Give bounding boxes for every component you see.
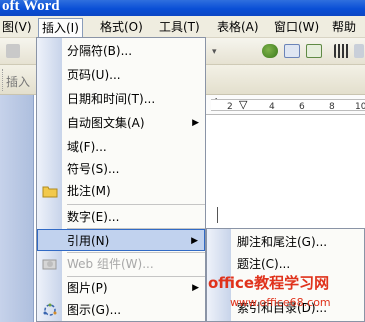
dropdown-arrow-icon[interactable]: ▾ [212, 47, 226, 61]
menu-tools[interactable]: 工具(T) [157, 19, 202, 36]
ruler-tick: 6 [299, 102, 305, 112]
toolbar-grip[interactable] [2, 69, 4, 91]
menu-item-symbol[interactable]: 符号(S)... [37, 158, 205, 180]
window-title: oft Word [2, 0, 60, 14]
insert-toolbar-label: 插入 [6, 75, 31, 89]
diagram-icon [43, 303, 57, 316]
ruler-tick: 4 [269, 102, 275, 112]
hyperlink-icon[interactable] [262, 44, 278, 58]
menu-item-reference[interactable]: 引用(N) ▶ [37, 229, 205, 251]
left-panel [0, 95, 34, 322]
menu-item-label: 图示(G)... [67, 303, 122, 317]
menu-item-label: 分隔符(B)... [67, 44, 133, 58]
title-bar: oft Word [0, 0, 365, 16]
menu-item-label: 数字(E)... [67, 210, 120, 224]
menu-item-label: 域(F)... [67, 140, 107, 154]
menu-help[interactable]: 帮助 [330, 19, 358, 36]
ruler-tick: 10 [355, 102, 365, 112]
folder-icon [42, 186, 58, 198]
watermark-url: www.office68.com [230, 296, 331, 309]
menu-bar: 图(V) 插入(I) 格式(O) 工具(T) 表格(A) 窗口(W) 帮助 [0, 16, 365, 39]
menu-view[interactable]: 图(V) [0, 19, 34, 36]
menu-item-label: 引用(N) [67, 234, 110, 248]
menu-item-label: 页码(U)... [67, 68, 121, 82]
menu-format[interactable]: 格式(O) [98, 19, 145, 36]
menu-item-picture[interactable]: 图片(P) ▶ [37, 277, 205, 299]
web-component-icon [42, 259, 57, 270]
tables-borders-icon[interactable] [284, 44, 300, 58]
ruler-tick: 2 [227, 102, 233, 112]
menu-item-label: 自动图文集(A) [67, 116, 145, 130]
menu-item-comment[interactable]: 批注(M) [37, 180, 205, 202]
menu-item-autotext[interactable]: 自动图文集(A) ▶ [37, 112, 205, 134]
menu-item-label: 图片(P) [67, 281, 108, 295]
menu-item-page-numbers[interactable]: 页码(U)... [37, 64, 205, 86]
menu-insert[interactable]: 插入(I) [38, 18, 83, 39]
horizontal-ruler[interactable]: ⌂ ▽ 2 4 6 8 10 [205, 95, 365, 115]
menu-item-web-component[interactable]: Web 组件(W)... [37, 253, 205, 275]
submenu-arrow-icon: ▶ [192, 118, 199, 128]
menu-window[interactable]: 窗口(W) [272, 19, 321, 36]
ruler-tick: 8 [329, 102, 335, 112]
menu-item-label: 批注(M) [67, 184, 111, 198]
columns-icon[interactable] [334, 44, 350, 58]
menu-item-date-time[interactable]: 日期和时间(T)... [37, 88, 205, 110]
watermark-title: office教程学习网 [208, 274, 330, 292]
submenu-arrow-icon: ▶ [192, 283, 199, 293]
ruler-bar: ▽ 2 4 6 8 10 [211, 98, 365, 112]
insert-table-icon[interactable] [306, 44, 322, 58]
menu-item-label: Web 组件(W)... [67, 257, 154, 271]
menu-item-number[interactable]: 数字(E)... [37, 206, 205, 228]
insert-menu: 分隔符(B)... 页码(U)... 日期和时间(T)... 自动图文集(A) … [36, 37, 206, 322]
menu-item-field[interactable]: 域(F)... [37, 136, 205, 158]
text-cursor [217, 207, 218, 223]
more-icon[interactable] [354, 44, 364, 58]
submenu-arrow-icon: ▶ [191, 236, 198, 246]
menu-item-label: 符号(S)... [67, 162, 120, 176]
menu-item-label: 脚注和尾注(G)... [237, 235, 328, 249]
undo-icon[interactable] [6, 44, 20, 58]
menu-item-diagram[interactable]: 图示(G)... [37, 299, 205, 321]
menu-separator [67, 204, 205, 205]
submenu-item-footnote[interactable]: 脚注和尾注(G)... [207, 231, 364, 253]
first-line-indent-icon[interactable]: ▽ [239, 98, 247, 111]
menu-item-break[interactable]: 分隔符(B)... [37, 40, 205, 62]
menu-table[interactable]: 表格(A) [215, 19, 261, 36]
menu-item-label: 日期和时间(T)... [67, 92, 156, 106]
